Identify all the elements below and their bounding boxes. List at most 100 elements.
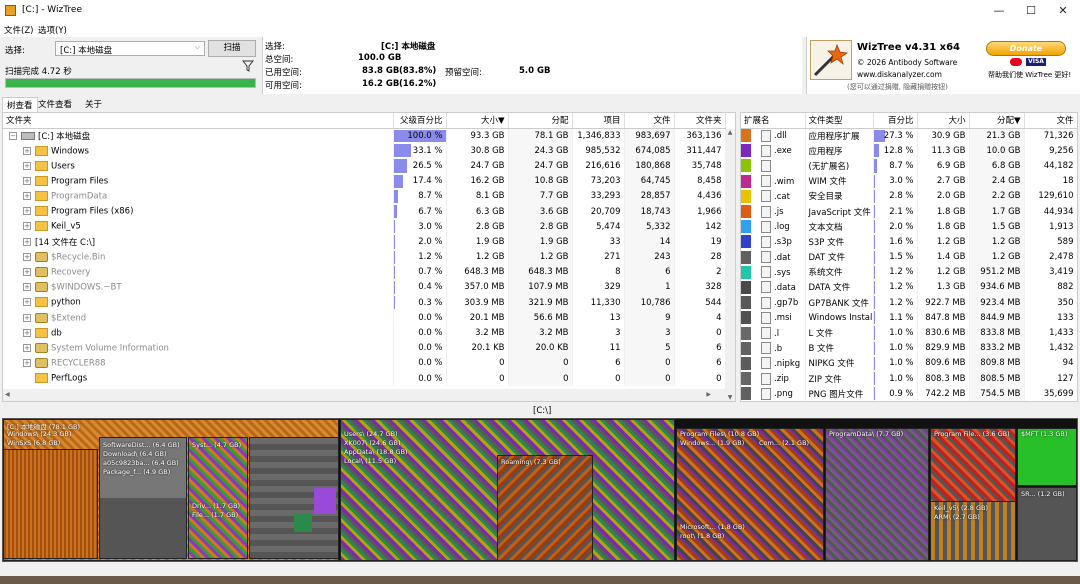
tree-col-header[interactable]: 文件 (624, 113, 675, 129)
tree-vertical-scrollbar[interactable]: ▲ ▼ (725, 129, 735, 401)
expand-icon[interactable]: + (23, 298, 31, 307)
expand-icon[interactable]: + (23, 222, 31, 231)
treemap-block-system[interactable]: Syst... (4.7 GB) Driv... (1.7 GB) File..… (188, 437, 248, 559)
tab-about[interactable]: 关于 (81, 97, 106, 111)
tab-tree-view[interactable]: 树查看 (2, 97, 38, 112)
tree-cell-name[interactable]: PerfLogs (3, 371, 394, 387)
ext-row[interactable]: .png PNG 图片文件 0.9 % 742.2 MB 754.5 MB 35,699 (741, 386, 1077, 401)
expand-icon[interactable]: + (23, 343, 31, 352)
tree-row[interactable]: + Keil_v5 3.0 % 2.8 GB 2.8 GB 5,474 5,332 142 (3, 219, 726, 235)
expand-icon[interactable]: + (23, 238, 31, 247)
tree-cell-name[interactable]: + $Recycle.Bin (3, 249, 394, 265)
ext-row[interactable]: .js JavaScript 文件 2.1 % 1.8 GB 1.7 GB 44,934 (741, 203, 1077, 220)
treemap-block-program-files[interactable]: Program Files\ (10.8 GB) Windows... (1.9… (676, 428, 824, 561)
scroll-up-icon[interactable]: ▲ (725, 129, 735, 136)
expand-icon[interactable]: + (23, 359, 31, 368)
ext-col-header[interactable]: 百分比 (873, 113, 918, 129)
treemap-block-mft[interactable]: $MFT (1.3 GB) (1017, 428, 1077, 486)
expand-icon[interactable]: + (23, 161, 31, 170)
ext-row[interactable]: .data DATA 文件 1.2 % 1.3 GB 934.6 MB 882 (741, 279, 1077, 296)
ext-row[interactable]: .cat 安全目录 2.8 % 2.0 GB 2.2 GB 129,610 (741, 188, 1077, 204)
ext-col-header[interactable]: 扩展名 (741, 113, 806, 129)
tree-cell-name[interactable]: + $WINDOWS.~BT (3, 279, 394, 296)
tree-row[interactable]: + $Recycle.Bin 1.2 % 1.2 GB 1.2 GB 271 243 28 (3, 249, 726, 265)
ext-col-header[interactable]: 文件 (1024, 113, 1077, 129)
scroll-left-icon[interactable]: ◀ (5, 391, 10, 398)
ext-col-header[interactable]: 文件类型 (805, 113, 874, 129)
ext-row[interactable]: .log 文本文档 2.0 % 1.8 GB 1.5 GB 1,913 (741, 219, 1077, 235)
tree-row[interactable]: PerfLogs 0.0 % 0 0 0 0 0 (3, 371, 726, 387)
expand-icon[interactable]: + (23, 192, 31, 201)
expand-icon[interactable]: + (23, 176, 31, 185)
tree-cell-name[interactable]: + Keil_v5 (3, 219, 394, 235)
tree-row[interactable]: + db 0.0 % 3.2 MB 3.2 MB 3 3 0 (3, 325, 726, 341)
collapse-icon[interactable]: − (9, 132, 17, 141)
ext-col-header[interactable]: 大小 (917, 113, 970, 129)
menu-options[interactable]: 选项(Y) (38, 24, 67, 36)
treemap-block-programdata[interactable]: ProgramData\ (7.7 GB) (825, 428, 929, 561)
treemap-block-program-files-x86[interactable]: Program File... (3.6 GB) (930, 428, 1016, 508)
tree-horizontal-scrollbar[interactable]: ◀ ▶ (3, 389, 725, 401)
tree-row[interactable]: + python 0.3 % 303.9 MB 321.9 MB 11,330 10,786… (3, 295, 726, 311)
tree-cell-name[interactable]: − [C:] 本地磁盘 (3, 128, 394, 144)
tree-row[interactable]: + Recovery 0.7 % 648.3 MB 648.3 MB 8 6 2 (3, 264, 726, 280)
ext-row[interactable]: .nipkg NIPKG 文件 1.0 % 809.6 MB 809.8 MB 94 (741, 355, 1077, 371)
tree-cell-name[interactable]: + Windows (3, 143, 394, 159)
tree-cell-name[interactable]: + db (3, 325, 394, 341)
tree-cell-name[interactable]: + Program Files (x86) (3, 203, 394, 220)
tree-row[interactable]: + $WINDOWS.~BT 0.4 % 357.0 MB 107.9 MB 329 1 32… (3, 279, 726, 296)
treemap-block-keil[interactable]: Keil_v5\ (2.8 GB) ARM\ (2.7 GB) (930, 501, 1016, 561)
expand-icon[interactable]: + (23, 283, 31, 292)
expand-icon[interactable]: + (23, 252, 31, 261)
donate-button[interactable]: Donate (986, 41, 1066, 56)
tree-row[interactable]: + Windows 33.1 % 30.8 GB 24.3 GB 985,532 674,0… (3, 143, 726, 159)
ext-row[interactable]: (无扩展名) 8.7 % 6.9 GB 6.8 GB 44,182 (741, 158, 1077, 174)
tab-file-view[interactable]: 文件查看 (34, 97, 76, 111)
ext-col-header[interactable]: 分配▼ (969, 113, 1025, 129)
expand-icon[interactable]: + (23, 268, 31, 277)
tree-row[interactable]: + Program Files (x86) 6.7 % 6.3 GB 3.6 GB 20,… (3, 203, 726, 220)
expand-icon[interactable]: + (23, 207, 31, 216)
expand-icon[interactable]: + (23, 328, 31, 337)
expand-icon[interactable]: + (23, 146, 31, 155)
drive-select[interactable]: [C:] 本地磁盘 ⌵ (55, 41, 205, 56)
treemap-block-sr[interactable]: SR... (1.2 GB) (1017, 487, 1077, 561)
menu-file[interactable]: 文件(Z) (4, 24, 33, 36)
ext-row[interactable]: .gp7b GP7BANK 文件 1.2 % 922.7 MB 923.4 MB 350 (741, 295, 1077, 311)
tree-col-header[interactable]: 项目 (572, 113, 625, 129)
tree-cell-name[interactable]: + [14 文件在 C:\] (3, 234, 394, 250)
filter-icon[interactable] (242, 60, 254, 72)
close-button[interactable]: ✕ (1046, 2, 1080, 20)
tree-cell-name[interactable]: + Users (3, 158, 394, 174)
treemap-block-winsxs[interactable] (3, 449, 98, 559)
minimize-button[interactable]: — (982, 2, 1016, 20)
expand-icon[interactable]: + (23, 313, 31, 322)
ext-row[interactable]: .exe 应用程序 12.8 % 11.3 GB 10.0 GB 9,256 (741, 143, 1077, 159)
treemap-block-softwaredist[interactable]: SoftwareDist... (6.4 GB) Download\ (6.4 … (99, 437, 187, 559)
tree-cell-name[interactable]: + python (3, 295, 394, 311)
scroll-down-icon[interactable]: ▼ (725, 394, 735, 401)
tree-col-header[interactable]: 分配 (508, 113, 573, 129)
tree-col-header[interactable]: 文件夹 (674, 113, 726, 129)
tree-col-header[interactable]: 文件夹 (3, 113, 394, 129)
tree-cell-name[interactable]: + ProgramData (3, 188, 394, 204)
ext-row[interactable]: .msi Windows Installe 1.1 % 847.8 MB 844.9 M… (741, 310, 1077, 326)
scan-button[interactable]: 扫描 (208, 40, 256, 57)
tree-cell-name[interactable]: + $Extend (3, 310, 394, 326)
tree-col-header[interactable]: 大小▼ (446, 113, 509, 129)
ext-row[interactable]: .b B 文件 1.0 % 829.9 MB 833.2 MB 1,432 (741, 340, 1077, 356)
ext-row[interactable]: .wim WIM 文件 3.0 % 2.7 GB 2.4 GB 18 (741, 173, 1077, 189)
tree-row[interactable]: + System Volume Information 0.0 % 20.1 KB 20… (3, 340, 726, 356)
ext-row[interactable]: .s3p S3P 文件 1.6 % 1.2 GB 1.2 GB 589 (741, 234, 1077, 250)
treemap-block-roaming[interactable]: Roaming\ (7.3 GB) (497, 455, 593, 561)
treemap-block-windows-other[interactable] (249, 437, 339, 559)
tree-cell-name[interactable]: + System Volume Information (3, 340, 394, 356)
tree-cell-name[interactable]: + RECYCLER88 (3, 355, 394, 371)
tree-row[interactable]: − [C:] 本地磁盘 100.0 % 93.3 GB 78.1 GB 1,346,833… (3, 128, 726, 144)
tree-row[interactable]: + ProgramData 8.7 % 8.1 GB 7.7 GB 33,293 28,85… (3, 188, 726, 204)
tree-row[interactable]: + $Extend 0.0 % 20.1 MB 56.6 MB 13 9 4 (3, 310, 726, 326)
tree-row[interactable]: + Users 26.5 % 24.7 GB 24.7 GB 216,616 180,868… (3, 158, 726, 174)
ext-row[interactable]: .dll 应用程序扩展 27.3 % 30.9 GB 21.3 GB 71,326 (741, 128, 1077, 144)
scroll-right-icon[interactable]: ▶ (706, 391, 711, 398)
ext-row[interactable]: .sys 系统文件 1.2 % 1.2 GB 951.2 MB 3,419 (741, 264, 1077, 280)
